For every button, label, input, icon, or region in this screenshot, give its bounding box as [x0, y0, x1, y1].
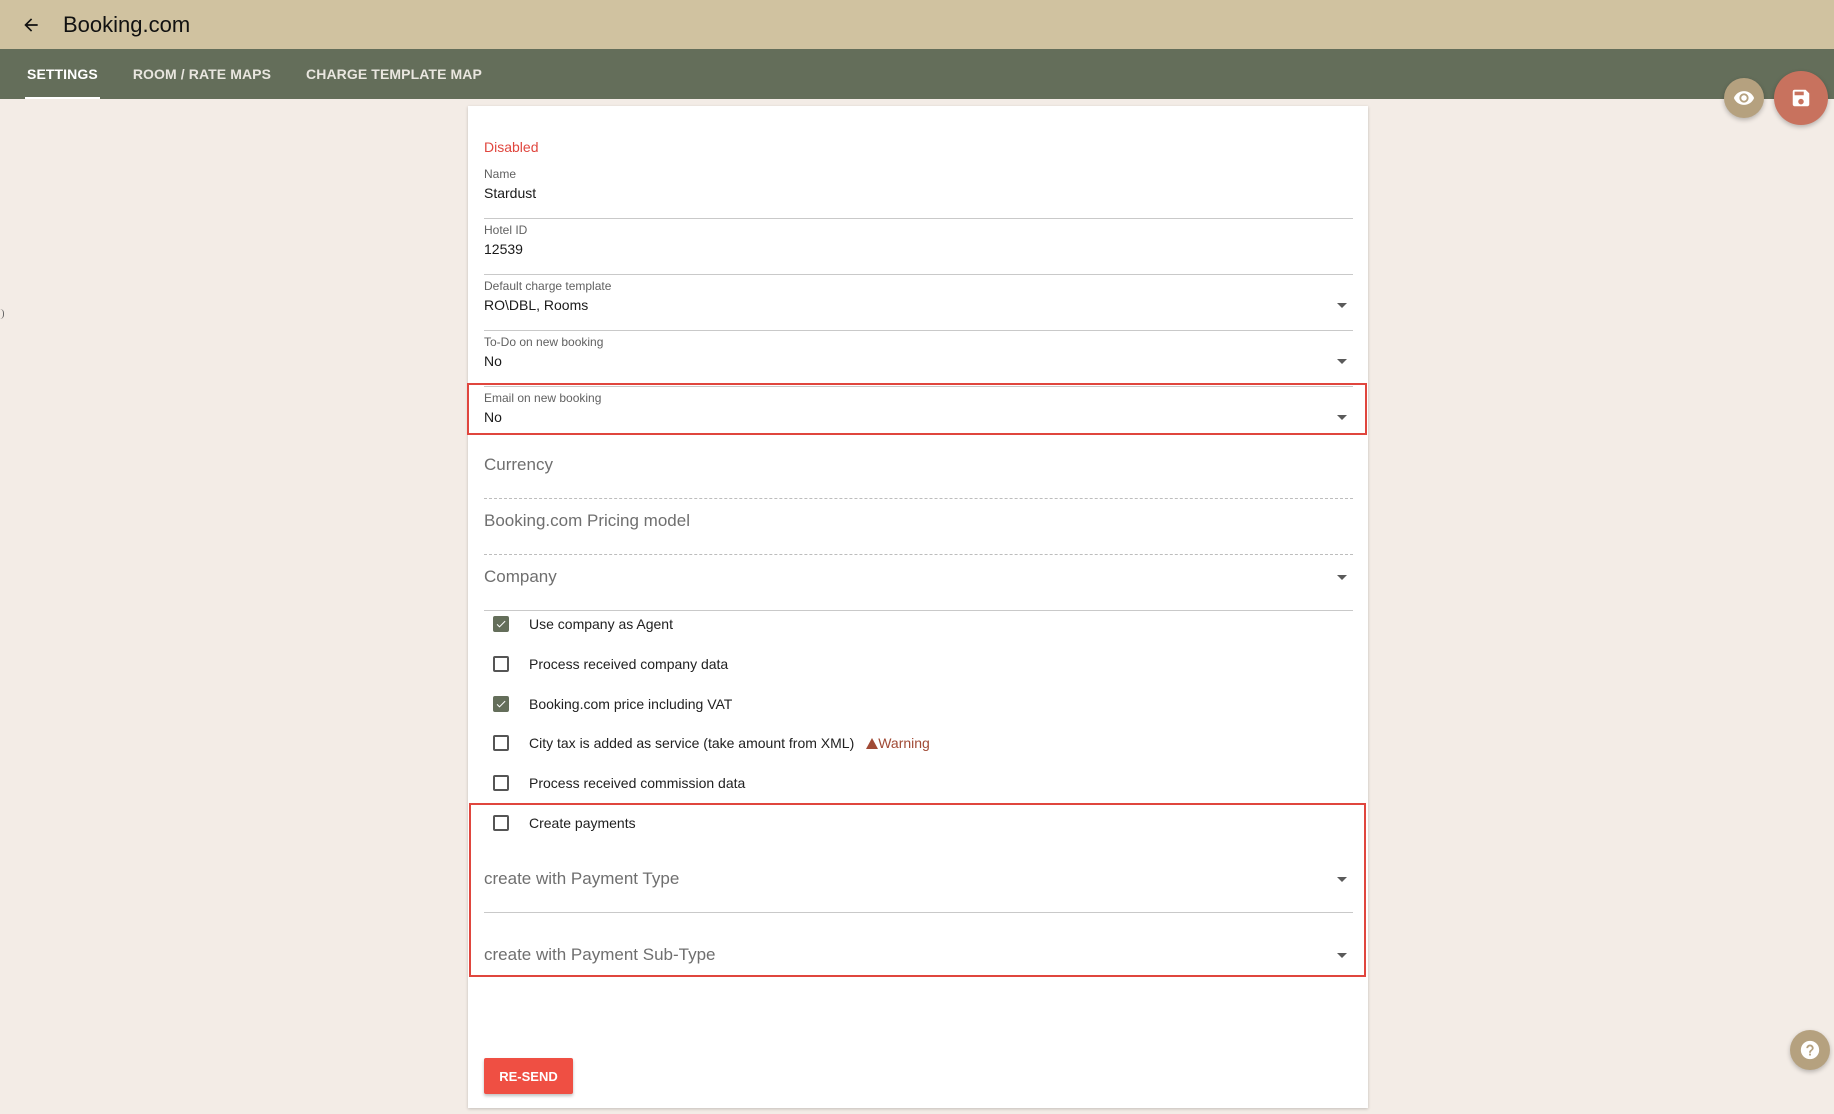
create-payments-checkbox[interactable]: Create payments — [493, 815, 636, 831]
checkmark-icon — [496, 700, 506, 708]
question-mark-icon — [1800, 1040, 1820, 1060]
checkbox-checked[interactable] — [493, 696, 509, 712]
checkbox-label: Booking.com price including VAT — [529, 696, 733, 712]
back-button[interactable] — [16, 10, 46, 40]
company-underline — [484, 610, 1353, 611]
name-field-label: Name — [484, 167, 517, 181]
edge-marker — [0, 309, 4, 319]
checkbox-label: City tax is added as service (take amoun… — [529, 735, 855, 751]
name-field-value[interactable]: Stardust — [484, 185, 1353, 201]
company-select[interactable]: Company — [484, 567, 1353, 612]
chevron-down-icon — [1337, 415, 1347, 420]
floppy-disk-icon — [1792, 89, 1810, 107]
currency-placeholder: Currency — [484, 455, 553, 474]
use-company-as-agent-checkbox[interactable]: Use company as Agent — [493, 616, 673, 632]
tab-room-rate-maps[interactable]: ROOM / RATE MAPS — [131, 49, 273, 99]
checkbox-label: Process received commission data — [529, 775, 746, 791]
pricing-model-field[interactable]: Booking.com Pricing model — [484, 511, 1353, 556]
chevron-down-icon — [1337, 575, 1347, 580]
pricing-model-underline — [484, 554, 1353, 556]
chevron-down-icon — [1337, 359, 1347, 364]
save-button[interactable] — [1774, 71, 1828, 125]
default-charge-template-select[interactable]: Default charge template RO\DBL, Rooms — [484, 279, 1353, 331]
checkbox-label: Create payments — [529, 815, 636, 831]
email-on-new-booking-value: No — [484, 409, 502, 425]
arrow-left-icon — [24, 17, 38, 32]
checkbox-unchecked[interactable] — [493, 735, 509, 751]
eye-icon — [1733, 91, 1755, 105]
tab-bar: SETTINGS ROOM / RATE MAPS CHARGE TEMPLAT… — [0, 49, 1834, 99]
payment-type-underline — [484, 912, 1353, 913]
payment-type-select[interactable]: create with Payment Type — [484, 869, 1353, 914]
payment-subtype-select[interactable]: create with Payment Sub-Type — [484, 945, 1353, 985]
checkbox-unchecked[interactable] — [493, 815, 509, 831]
currency-underline — [484, 498, 1353, 500]
pricing-model-placeholder: Booking.com Pricing model — [484, 511, 690, 530]
process-company-data-checkbox[interactable]: Process received company data — [493, 656, 728, 672]
email-on-new-booking-select[interactable]: Email on new booking No — [484, 391, 1353, 443]
hotel-id-field[interactable]: Hotel ID 12539 — [484, 223, 1353, 275]
preview-button[interactable] — [1724, 78, 1764, 118]
default-charge-template-value: RO\DBL, Rooms — [484, 297, 589, 313]
warning-triangle-icon — [866, 737, 879, 749]
payment-subtype-placeholder: create with Payment Sub-Type — [484, 945, 716, 964]
default-charge-template-underline — [484, 330, 1353, 331]
payment-type-placeholder: create with Payment Type — [484, 869, 680, 888]
name-field[interactable]: Name Stardust — [484, 167, 1353, 219]
hotel-id-field-label: Hotel ID — [484, 223, 528, 237]
checkbox-label: Process received company data — [529, 656, 729, 672]
checkbox-unchecked[interactable] — [493, 656, 509, 672]
chevron-down-icon — [1337, 303, 1347, 308]
process-commission-data-checkbox[interactable]: Process received commission data — [493, 775, 745, 791]
checkbox-unchecked[interactable] — [493, 775, 509, 791]
page-title: Booking.com — [63, 11, 191, 37]
warning-link[interactable]: Warning — [866, 735, 930, 751]
hotel-id-field-value[interactable]: 12539 — [484, 241, 1353, 257]
tab-settings[interactable]: SETTINGS — [25, 49, 100, 99]
default-charge-template-label: Default charge template — [484, 279, 612, 293]
name-underline — [484, 218, 1353, 219]
todo-on-new-booking-value: No — [484, 353, 502, 369]
checkmark-icon — [496, 620, 506, 628]
todo-on-new-booking-underline — [484, 386, 1353, 387]
hotel-id-underline — [484, 274, 1353, 275]
company-placeholder: Company — [484, 567, 557, 586]
status-label: Disabled — [484, 139, 539, 155]
todo-on-new-booking-label: To-Do on new booking — [484, 335, 604, 349]
city-tax-service-checkbox[interactable]: City tax is added as service (take amoun… — [493, 735, 930, 751]
email-on-new-booking-label: Email on new booking — [484, 391, 602, 405]
checkbox-label: Use company as Agent — [529, 616, 673, 632]
checkbox-checked[interactable] — [493, 616, 509, 632]
app-header: Booking.com — [0, 0, 1834, 49]
warning-label: Warning — [878, 735, 930, 751]
tab-charge-template-map[interactable]: CHARGE TEMPLATE MAP — [304, 49, 484, 99]
currency-field[interactable]: Currency — [484, 455, 1353, 500]
price-including-vat-checkbox[interactable]: Booking.com price including VAT — [493, 696, 732, 712]
help-button[interactable] — [1790, 1030, 1830, 1070]
chevron-down-icon — [1337, 953, 1347, 958]
todo-on-new-booking-select[interactable]: To-Do on new booking No — [484, 335, 1353, 387]
resend-button[interactable]: RE-SEND — [484, 1058, 573, 1094]
settings-form-card: Disabled Name Stardust Hotel ID 12539 De… — [467, 106, 1368, 1108]
chevron-down-icon — [1337, 877, 1347, 882]
